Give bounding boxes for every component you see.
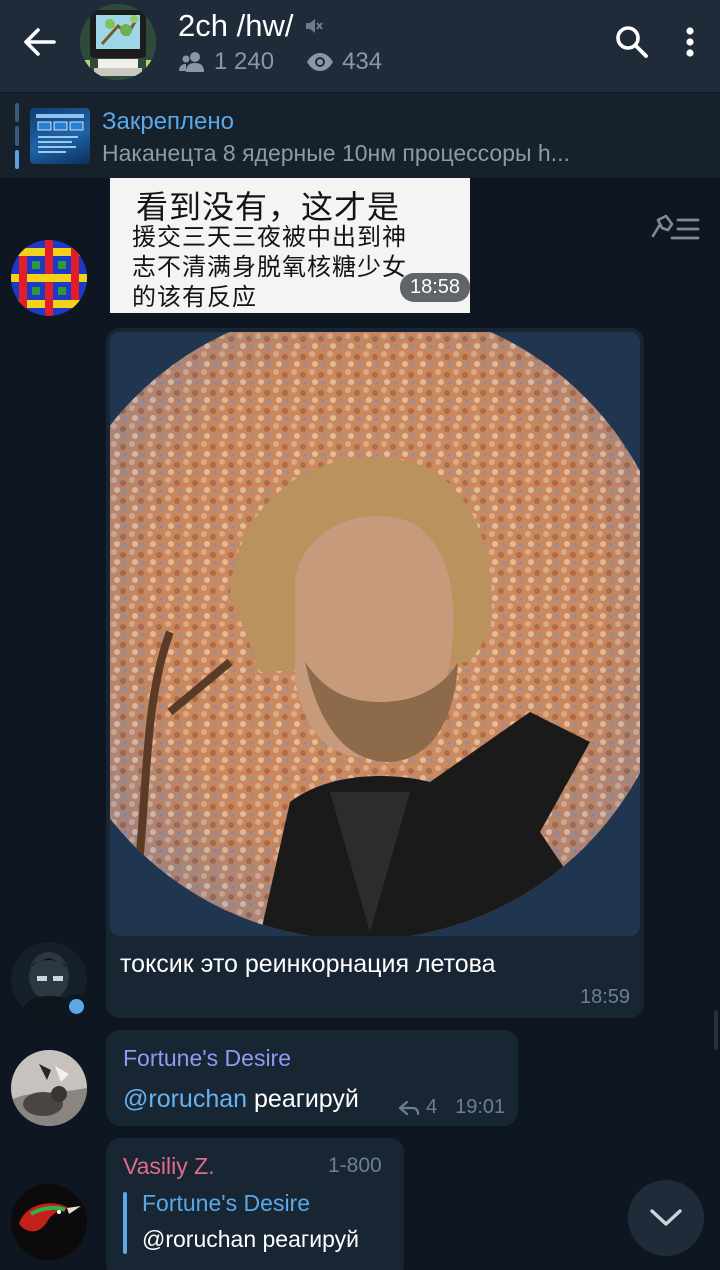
image-text-line: 的该有反应 <box>132 283 257 311</box>
pinned-list-button[interactable] <box>650 210 702 250</box>
search-icon <box>616 26 648 58</box>
search-button[interactable] <box>610 20 654 64</box>
online-count: 434 <box>342 48 383 75</box>
channel-title-row[interactable]: 2ch /hw/ <box>178 8 324 44</box>
pinned-indicator <box>15 103 19 169</box>
channel-avatar[interactable] <box>80 4 156 80</box>
scrollbar[interactable] <box>714 1010 718 1050</box>
reply-message[interactable]: Vasiliy Z. 1-800 Fortune's Desire @roruc… <box>106 1138 404 1270</box>
chat-header: 2ch /hw/ 1 240 434 <box>0 0 720 92</box>
message-meta: 4 19:01 <box>398 1096 505 1119</box>
message-body: реагируй <box>254 1085 359 1113</box>
members-icon <box>179 52 204 72</box>
quoted-message[interactable]: Fortune's Desire @roruchan реагируй <box>142 1190 359 1253</box>
online-status-badge <box>64 994 88 1018</box>
eye-icon <box>307 53 334 71</box>
message-text: @roruchan реагируй <box>123 1085 359 1114</box>
message-time: 19:01 <box>455 1096 506 1118</box>
pinned-thumbnail <box>30 108 90 164</box>
pin-list-icon <box>651 214 700 240</box>
image-text-line: 援交三天三夜被中出到神 <box>132 223 407 251</box>
photo-message[interactable]: токсик это реинкорнация летова 18:59 <box>106 328 644 1018</box>
speaker-muted-icon <box>306 19 324 33</box>
message-text: токсик это реинкорнация летова <box>120 950 496 978</box>
retro-monitor-icon <box>80 4 156 80</box>
avatar[interactable] <box>11 1184 87 1260</box>
member-count: 1 240 <box>214 48 275 75</box>
cat-photo-avatar-icon <box>11 1050 87 1126</box>
sender-tag: 1-800 <box>328 1154 382 1177</box>
quote-sender: Fortune's Desire <box>142 1190 311 1216</box>
pinned-text: Наканецта 8 ядерные 10нм процессоры h... <box>102 140 570 166</box>
arrow-left-icon <box>24 28 56 56</box>
woven-pattern-avatar-icon <box>11 240 87 316</box>
message-photo[interactable] <box>110 332 640 936</box>
reply-count[interactable]: 4 <box>426 1096 437 1119</box>
avatar[interactable] <box>11 240 87 316</box>
sender-name[interactable]: Vasiliy Z. <box>123 1153 215 1180</box>
image-message[interactable]: 看到没有，这才是 援交三天三夜被中出到神 志不清满身脱氧核糖少女 的该有反应 1… <box>110 178 470 313</box>
channel-title: 2ch /hw/ <box>178 8 294 43</box>
quote-text: @roruchan реагируй <box>142 1226 360 1252</box>
more-vertical-icon <box>686 27 694 57</box>
sender-name[interactable]: Fortune's Desire <box>123 1045 291 1072</box>
image-text-line: 看到没有，这才是 <box>136 188 401 226</box>
more-menu-button[interactable] <box>668 20 712 64</box>
bird-avatar-icon <box>11 1184 87 1260</box>
scroll-to-bottom-button[interactable] <box>628 1180 704 1256</box>
reply-icon <box>398 1100 420 1115</box>
message-time: 18:58 <box>400 273 470 302</box>
avatar[interactable] <box>11 1050 87 1126</box>
chat-screen: 2ch /hw/ 1 240 434 Закреплено Наканецта … <box>0 0 720 1270</box>
message-time: 18:59 <box>580 986 631 1008</box>
pinned-label: Закреплено <box>102 108 234 135</box>
quote-bar <box>123 1192 127 1254</box>
chevron-down-icon <box>650 1209 682 1226</box>
image-text-line: 志不清满身脱氧核糖少女 <box>132 253 407 281</box>
text-message[interactable]: Fortune's Desire @roruchan реагируй 4 19… <box>106 1030 518 1126</box>
mention-link[interactable]: @roruchan <box>123 1085 247 1113</box>
channel-stats: 1 240 434 <box>178 48 382 76</box>
image-text-block: 看到没有，这才是 援交三天三夜被中出到神 志不清满身脱氧核糖少女 的该有反应 <box>132 188 407 312</box>
back-button[interactable] <box>18 22 62 62</box>
